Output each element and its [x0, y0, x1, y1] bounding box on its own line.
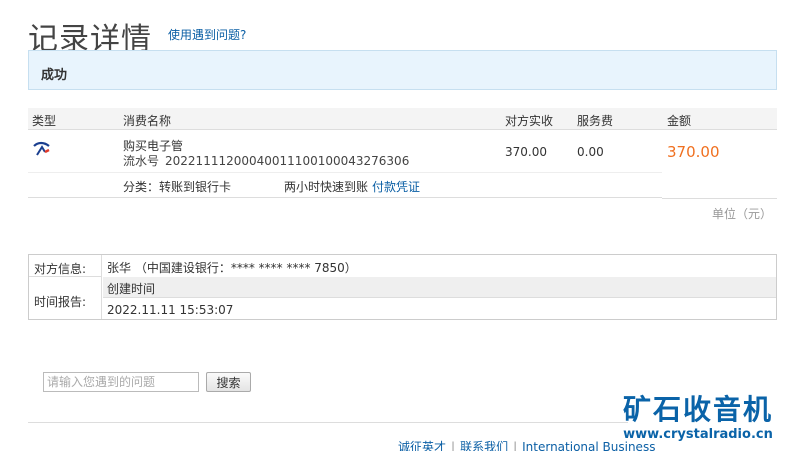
header-fee: 服务费 — [577, 114, 614, 128]
category-row: 分类：转账到银行卡 两小时快速到账 付款凭证 — [28, 172, 777, 199]
detail-table-header: 类型 消费名称 对方实收 服务费 金额 — [28, 108, 777, 130]
footer-divider — [28, 422, 628, 423]
row-end-spacer — [662, 172, 777, 199]
category-text: 分类：转账到银行卡 — [123, 180, 232, 194]
footer-separator: | — [451, 440, 456, 451]
created-time-value: 2022.11.11 15:53:07 — [107, 303, 234, 317]
divider — [29, 276, 102, 277]
help-link[interactable]: 使用遇到问题? — [168, 26, 246, 43]
transfer-icon — [33, 141, 51, 157]
unit-note: 单位（元） — [712, 207, 773, 221]
created-time-header: 创建时间 — [103, 277, 776, 298]
transfer-speed: 两小时快速到账 付款凭证 — [284, 178, 420, 195]
footer-link-careers[interactable]: 诚征英才 — [398, 440, 446, 451]
footer-links: 诚征英才 | 联系我们 | International Business — [398, 438, 655, 451]
footer-link-contact[interactable]: 联系我们 — [460, 440, 508, 451]
service-fee: 0.00 — [577, 145, 604, 159]
status-text: 成功 — [41, 68, 68, 83]
info-table: 对方信息: 时间报告: 张华 （中国建设银行：**** **** **** 78… — [28, 254, 777, 320]
serial-value: 20221111200040011100100043276306 — [165, 154, 410, 168]
table-row: 购买电子管 流水号 2022111120004001110010004327630… — [28, 131, 777, 171]
header-type: 类型 — [32, 114, 57, 128]
watermark-url: www.crystalradio.cn — [623, 427, 773, 442]
watermark: 矿石收音机 www.crystalradio.cn — [623, 388, 773, 442]
created-time-label: 创建时间 — [107, 282, 156, 296]
serial-number: 流水号 20221111200040011100100043276306 — [123, 152, 409, 169]
watermark-name: 矿石收音机 — [623, 393, 774, 426]
transfer-speed-text: 两小时快速到账 — [284, 180, 369, 194]
footer-separator: | — [513, 440, 518, 451]
info-label-column: 对方信息: 时间报告: — [29, 255, 102, 319]
header-received: 对方实收 — [505, 114, 554, 128]
search-button[interactable]: 搜索 — [206, 372, 251, 392]
status-banner: 成功 — [28, 50, 777, 90]
payment-voucher-link[interactable]: 付款凭证 — [372, 180, 420, 194]
serial-label: 流水号 — [123, 154, 160, 168]
header-amount: 金额 — [667, 114, 692, 128]
total-amount: 370.00 — [667, 143, 720, 161]
header-name: 消费名称 — [123, 114, 172, 128]
party-info-value: 张华 （中国建设银行：**** **** **** 7850） — [107, 261, 357, 275]
received-amount: 370.00 — [505, 145, 547, 159]
time-report-label: 时间报告: — [34, 295, 87, 309]
party-info-label: 对方信息: — [34, 262, 87, 276]
search-input[interactable] — [43, 372, 199, 392]
